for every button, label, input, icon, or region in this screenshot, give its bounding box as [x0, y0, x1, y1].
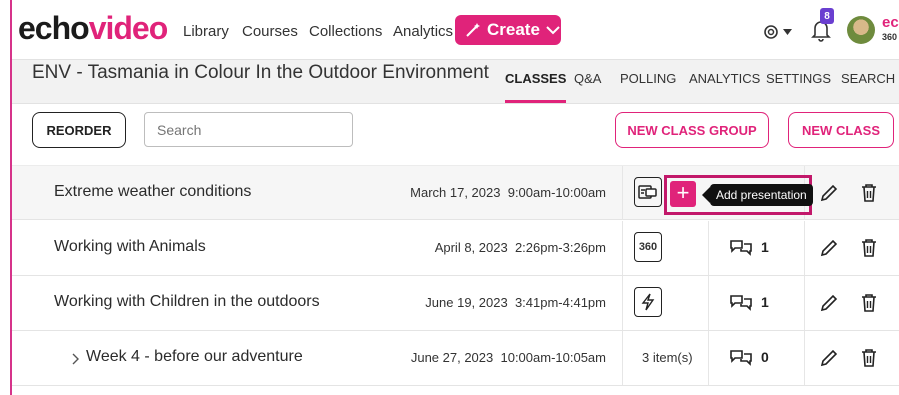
tab-classes[interactable]: CLASSES: [505, 69, 567, 103]
nav-collections[interactable]: Collections: [309, 23, 382, 40]
class-datetime: June 19, 2023 3:41pm-4:41pm: [425, 295, 606, 310]
search-input[interactable]: [144, 112, 353, 147]
tab-polling[interactable]: POLLING: [620, 69, 676, 103]
notification-badge: 8: [820, 8, 834, 24]
course-title: ENV - Tasmania in Colour In the Outdoor …: [32, 62, 489, 83]
tab-analytics[interactable]: ANALYTICS: [689, 69, 760, 103]
column-divider: [804, 331, 805, 385]
tab-search[interactable]: SEARCH: [841, 69, 895, 103]
trash-icon[interactable]: [860, 348, 878, 368]
class-group-title[interactable]: Week 4 - before our adventure: [86, 348, 303, 366]
avatar[interactable]: [847, 16, 875, 44]
items-count: 3 item(s): [642, 350, 693, 365]
tab-qa[interactable]: Q&A: [574, 69, 601, 103]
add-presentation-button[interactable]: +: [670, 181, 696, 207]
chevron-right-icon[interactable]: [72, 353, 80, 365]
create-label: Create: [487, 20, 540, 39]
echovideo-logo[interactable]: echovideo: [18, 10, 168, 46]
chevron-down-icon: [783, 29, 792, 35]
bolt-icon[interactable]: [634, 287, 662, 317]
column-divider: [708, 276, 709, 330]
column-divider: [622, 331, 623, 385]
qa-count[interactable]: 1: [729, 238, 769, 256]
gear-icon: [764, 25, 778, 39]
tab-settings[interactable]: SETTINGS: [766, 69, 831, 103]
trash-icon[interactable]: [860, 238, 878, 258]
qa-count[interactable]: 0: [729, 348, 769, 366]
magic-wand-icon: [466, 23, 480, 37]
class-datetime: March 17, 2023 9:00am-10:00am: [410, 185, 606, 200]
class-title[interactable]: Working with Animals: [54, 238, 206, 256]
create-button[interactable]: Create: [455, 15, 561, 45]
new-class-group-button[interactable]: NEW CLASS GROUP: [615, 112, 769, 148]
class-row[interactable]: Working with Animals April 8, 2023 2:26p…: [12, 221, 899, 276]
video-360-icon[interactable]: 360: [634, 232, 662, 262]
column-divider: [622, 166, 623, 220]
reorder-button[interactable]: REORDER: [32, 112, 126, 148]
nav-courses[interactable]: Courses: [242, 23, 298, 40]
settings-menu[interactable]: [762, 22, 796, 42]
discussion-icon: [730, 295, 752, 311]
course-header: ENV - Tasmania in Colour In the Outdoor …: [12, 60, 899, 104]
pencil-icon[interactable]: [819, 238, 839, 258]
new-class-button[interactable]: NEW CLASS: [788, 112, 894, 148]
nav-analytics[interactable]: Analytics: [393, 23, 453, 40]
class-row[interactable]: Working with Children in the outdoors Ju…: [12, 276, 899, 331]
column-divider: [708, 331, 709, 385]
trash-icon[interactable]: [860, 183, 878, 203]
column-divider: [708, 221, 709, 275]
column-divider: [622, 276, 623, 330]
qa-count[interactable]: 1: [729, 293, 769, 311]
pencil-icon[interactable]: [819, 293, 839, 313]
class-datetime: April 8, 2023 2:26pm-3:26pm: [434, 240, 606, 255]
top-navigation: echovideo Library Courses Collections An…: [12, 0, 899, 60]
discussion-icon: [730, 350, 752, 366]
trash-icon[interactable]: [860, 293, 878, 313]
column-divider: [622, 221, 623, 275]
class-datetime: June 27, 2023 10:00am-10:05am: [410, 350, 606, 365]
discussion-icon: [730, 240, 752, 256]
capture-icon[interactable]: [634, 177, 662, 207]
column-divider: [804, 221, 805, 275]
class-title[interactable]: Extreme weather conditions: [54, 183, 251, 201]
class-title[interactable]: Working with Children in the outdoors: [54, 293, 320, 311]
column-divider: [804, 276, 805, 330]
chevron-down-icon: [546, 26, 560, 35]
class-group-row[interactable]: Week 4 - before our adventure June 27, 2…: [12, 331, 899, 386]
pencil-icon[interactable]: [819, 348, 839, 368]
echo360-logo: echo360: [882, 14, 899, 42]
pencil-icon[interactable]: [819, 183, 839, 203]
nav-library[interactable]: Library: [183, 23, 229, 40]
add-presentation-tooltip: Add presentation: [702, 184, 813, 206]
